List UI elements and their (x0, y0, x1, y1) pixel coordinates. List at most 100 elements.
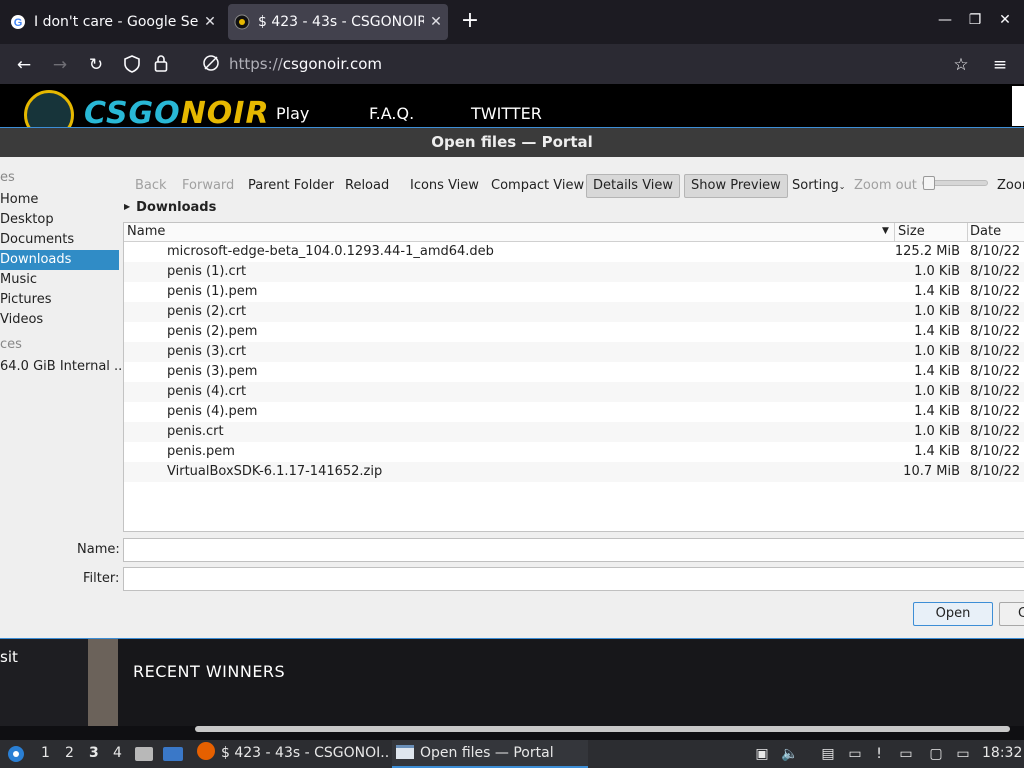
file-row[interactable]: microsoft-edge-beta_104.0.1293.44-1_amd6… (124, 242, 1024, 262)
column-header-size[interactable]: Size (898, 224, 925, 239)
task-open-files[interactable]: Open files — Portal (392, 740, 588, 768)
new-tab-icon[interactable]: + (459, 10, 481, 32)
zoom-out-button[interactable]: Zoom out (848, 174, 923, 198)
logo-text-left: CSGO (84, 96, 181, 131)
filter-field[interactable] (123, 567, 1024, 591)
parent-folder-button[interactable]: Parent Folder (242, 174, 340, 198)
sidebar-item-documents[interactable]: Documents (0, 230, 74, 250)
task-title: Open files — Portal (420, 745, 554, 761)
nav-faq[interactable]: F.A.Q. (369, 104, 414, 123)
file-size: 1.0 KiB (914, 424, 960, 439)
task-title: $ 423 - 43s - CSGONOI... (221, 745, 389, 761)
zoom-slider-handle[interactable] (923, 176, 935, 190)
sidebar-item-videos[interactable]: Videos (0, 310, 43, 330)
cancel-button[interactable]: C (999, 602, 1024, 626)
tracking-blocked-icon[interactable] (202, 54, 220, 72)
minimize-icon[interactable]: — (935, 12, 955, 28)
menu-icon[interactable]: ≡ (989, 54, 1011, 76)
file-row[interactable]: penis (4).crt 1.0 KiB 8/10/22 8 (124, 382, 1024, 402)
lock-icon[interactable] (154, 54, 168, 72)
reload-button[interactable]: Reload (339, 174, 395, 198)
monitor-icon[interactable]: ▭ (954, 745, 972, 763)
reload-icon[interactable]: ↻ (85, 54, 107, 76)
csgonoir-icon (234, 14, 250, 30)
back-arrow-icon[interactable]: ← (13, 54, 35, 76)
details-view-button[interactable]: Details View (586, 174, 681, 198)
site-logo[interactable]: CSGONOIR (84, 96, 270, 131)
sidebar-item-pictures[interactable]: Pictures (0, 290, 51, 310)
start-menu-icon[interactable] (6, 744, 26, 764)
file-size: 1.4 KiB (914, 324, 960, 339)
file-date: 8/10/22 8 (970, 304, 1024, 319)
chevron-down-icon: ⌄ (838, 182, 846, 191)
url-domain: csgonoir.com (282, 55, 382, 73)
close-tab-icon[interactable]: ✕ (198, 14, 222, 30)
file-date: 8/10/22 8 (970, 384, 1024, 399)
forward-button[interactable]: Forward (176, 174, 240, 198)
bookmark-star-icon[interactable]: ☆ (950, 54, 972, 76)
file-row[interactable]: penis (3).pem 1.4 KiB 8/10/22 8 (124, 362, 1024, 382)
shield-icon[interactable] (124, 55, 140, 73)
file-manager-icon[interactable] (135, 747, 153, 761)
sidebar-item-internal-drive[interactable]: 64.0 GiB Internal ... (0, 357, 126, 377)
compact-view-button[interactable]: Compact View (485, 174, 590, 198)
workspace-3[interactable]: 3 (89, 745, 99, 761)
file-row[interactable]: penis (1).crt 1.0 KiB 8/10/22 8 (124, 262, 1024, 282)
zoom-slider[interactable] (922, 176, 988, 190)
clock[interactable]: 18:32 (982, 745, 1022, 761)
task-firefox[interactable]: $ 423 - 43s - CSGONOI... (193, 740, 389, 768)
file-date: 8/10/22 8 (970, 264, 1024, 279)
nav-twitter[interactable]: TWITTER (471, 104, 542, 123)
clipboard-icon[interactable]: ▣ (753, 745, 771, 763)
breadcrumb[interactable]: ▶ Downloads (124, 200, 216, 215)
file-list[interactable]: Name ▼ Size Date microsoft-edge-beta_104… (123, 222, 1024, 532)
file-row[interactable]: penis (2).crt 1.0 KiB 8/10/22 8 (124, 302, 1024, 322)
file-row[interactable]: penis.pem 1.4 KiB 8/10/22 8 (124, 442, 1024, 462)
desktop-icon[interactable] (163, 747, 183, 761)
column-header-date[interactable]: Date (970, 224, 1001, 239)
workspace-1[interactable]: 1 (41, 745, 50, 761)
file-row[interactable]: VirtualBoxSDK-6.1.17-141652.zip 10.7 MiB 8… (124, 462, 1024, 482)
workspace-4[interactable]: 4 (113, 745, 122, 761)
name-field[interactable] (123, 538, 1024, 562)
column-divider[interactable] (894, 223, 895, 242)
alert-icon[interactable]: ! (870, 745, 888, 763)
icons-view-button[interactable]: Icons View (404, 174, 485, 198)
nav-play[interactable]: Play (276, 104, 309, 123)
sidebar-item-music[interactable]: Music (0, 270, 37, 290)
deposit-label[interactable]: sit (0, 648, 18, 666)
notes-icon[interactable]: ▤ (819, 745, 837, 763)
sorting-label: Sorting (792, 178, 839, 193)
network-icon[interactable]: ▭ (846, 745, 864, 763)
back-button[interactable]: Back (129, 174, 173, 198)
zoom-in-button[interactable]: Zoom (991, 174, 1024, 198)
horizontal-scrollbar[interactable] (195, 726, 1010, 732)
sidebar-item-downloads[interactable]: Downloads (0, 250, 119, 270)
file-row[interactable]: penis (2).pem 1.4 KiB 8/10/22 8 (124, 322, 1024, 342)
site-header-avatar[interactable] (1012, 86, 1024, 126)
sorting-button[interactable]: Sorting⌄ (786, 174, 851, 198)
restore-icon[interactable]: ❐ (965, 12, 985, 28)
volume-icon[interactable]: 🔈 (781, 745, 799, 763)
close-tab-icon[interactable]: ✕ (424, 14, 448, 30)
tab-google-search[interactable]: G I don't care - Google Sear ✕ (4, 4, 222, 40)
display-icon[interactable]: ▭ (897, 745, 915, 763)
file-date: 8/10/22 8 (970, 404, 1024, 419)
sidebar-item-home[interactable]: Home (0, 190, 38, 210)
close-window-icon[interactable]: ✕ (995, 12, 1015, 28)
file-row[interactable]: penis (3).crt 1.0 KiB 8/10/22 8 (124, 342, 1024, 362)
open-button[interactable]: Open (913, 602, 993, 626)
screen-icon[interactable]: ▢ (927, 745, 945, 763)
forward-arrow-icon[interactable]: → (49, 54, 71, 76)
sidebar-item-desktop[interactable]: Desktop (0, 210, 54, 230)
file-row[interactable]: penis.crt 1.0 KiB 8/10/22 8 (124, 422, 1024, 442)
url-bar[interactable]: https://csgonoir.com (229, 55, 382, 73)
column-header-name[interactable]: Name (127, 224, 165, 239)
show-preview-button[interactable]: Show Preview (684, 174, 788, 198)
file-size: 1.4 KiB (914, 364, 960, 379)
file-row[interactable]: penis (4).pem 1.4 KiB 8/10/22 8 (124, 402, 1024, 422)
file-row[interactable]: penis (1).pem 1.4 KiB 8/10/22 8 (124, 282, 1024, 302)
tab-csgonoir[interactable]: $ 423 - 43s - CSGONOIR ✕ (228, 4, 448, 40)
workspace-2[interactable]: 2 (65, 745, 74, 761)
column-divider[interactable] (967, 223, 968, 242)
